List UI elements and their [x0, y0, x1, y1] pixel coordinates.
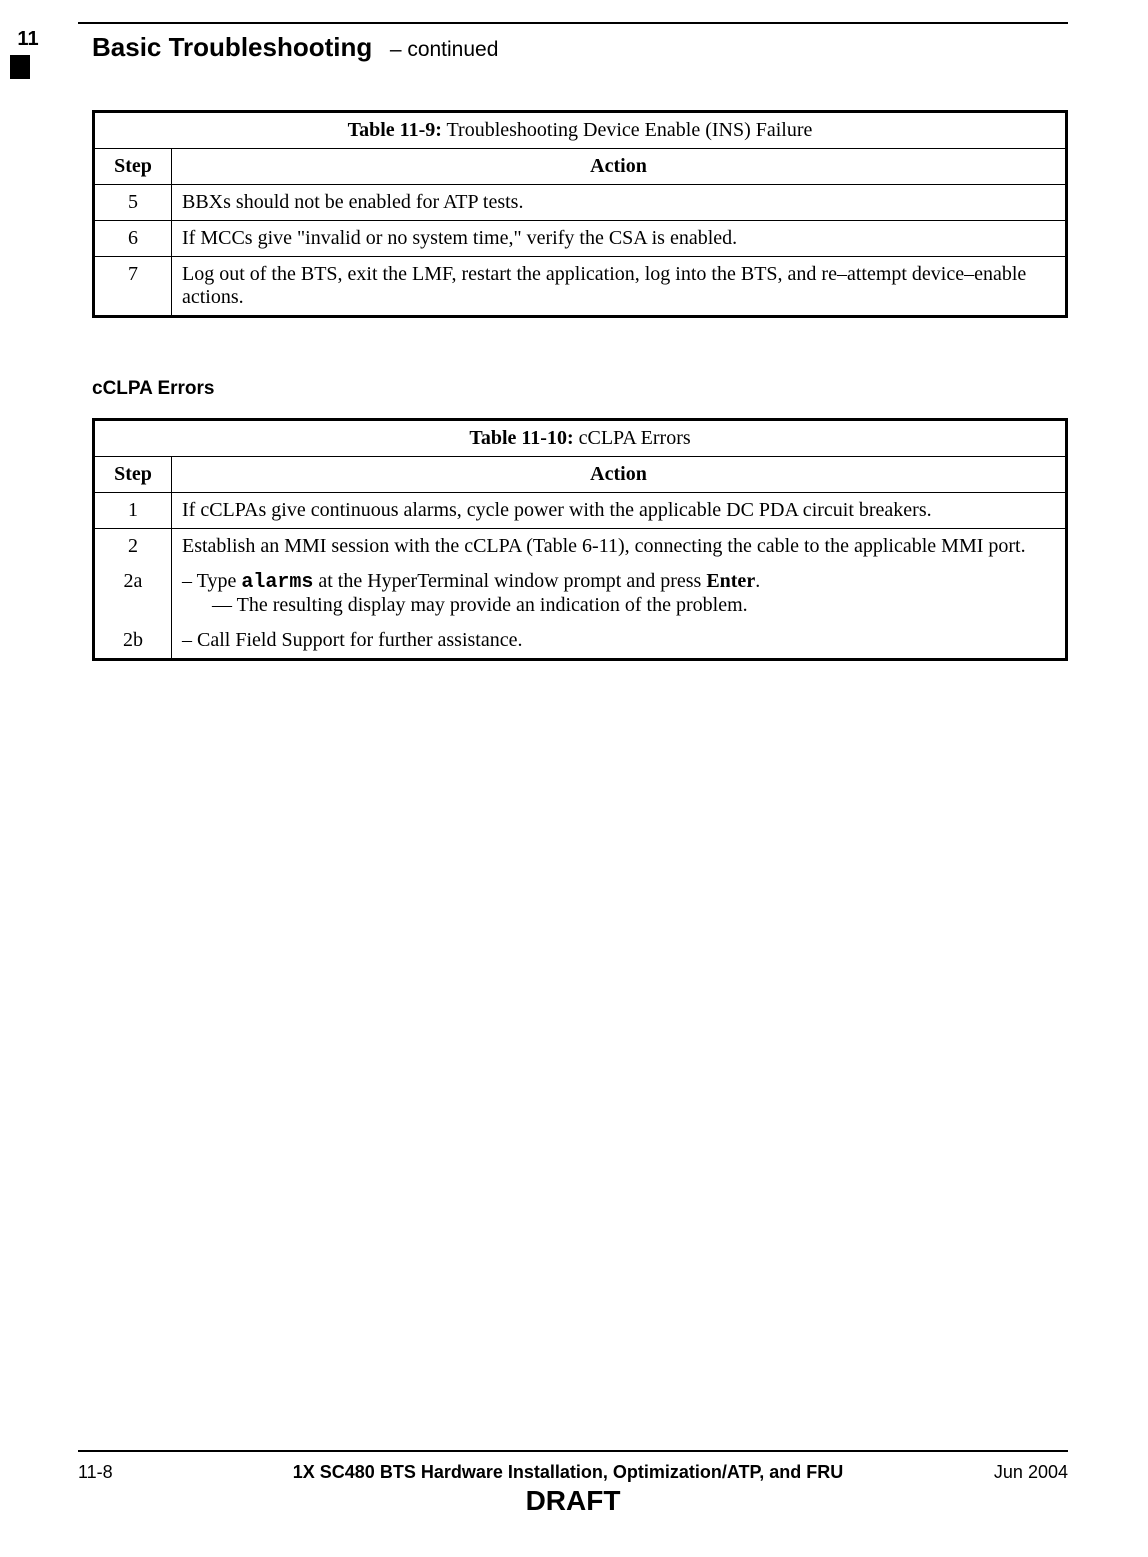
table-label: Table 11-10:	[469, 427, 573, 449]
step-cell: 1	[94, 493, 172, 529]
step-cell: 2b	[94, 623, 172, 660]
footer-row: 11-8 1X SC480 BTS Hardware Installation,…	[78, 1462, 1068, 1483]
bold-text: Enter	[706, 570, 755, 592]
action-cell: Establish an MMI session with the cCLPA …	[172, 529, 1067, 565]
main-content: Table 11-9: Troubleshooting Device Enabl…	[92, 110, 1068, 721]
table-header-row: Step Action	[94, 457, 1067, 493]
step-cell: 2a	[94, 564, 172, 623]
action-cell: Log out of the BTS, exit the LMF, restar…	[172, 257, 1067, 317]
footer-date: Jun 2004	[978, 1462, 1068, 1483]
page-title-continued: – continued	[390, 38, 499, 61]
table-title-cell: Table 11-9: Troubleshooting Device Enabl…	[94, 112, 1067, 149]
substep-result-line: — The resulting display may provide an i…	[182, 594, 1055, 617]
page-title: Basic Troubleshooting	[92, 32, 372, 62]
action-cell: – Type alarms at the HyperTerminal windo…	[172, 564, 1067, 623]
chapter-number: 11	[10, 28, 46, 51]
col-header-step: Step	[94, 457, 172, 493]
action-cell: If MCCs give "invalid or no system time,…	[172, 221, 1067, 257]
code-text: alarms	[241, 571, 313, 594]
step-cell: 5	[94, 185, 172, 221]
col-header-action: Action	[172, 149, 1067, 185]
table-11-9: Table 11-9: Troubleshooting Device Enabl…	[92, 110, 1068, 318]
running-head: Basic Troubleshooting – continued	[92, 32, 498, 63]
text-segment: – Type	[182, 570, 241, 592]
action-cell: – Call Field Support for further assista…	[172, 623, 1067, 660]
table-title-row: Table 11-9: Troubleshooting Device Enabl…	[94, 112, 1067, 149]
table-row: 2b – Call Field Support for further assi…	[94, 623, 1067, 660]
table-title-row: Table 11-10: cCLPA Errors	[94, 420, 1067, 457]
chapter-tab: 11	[10, 28, 46, 79]
footer-rule	[78, 1450, 1068, 1452]
action-cell: BBXs should not be enabled for ATP tests…	[172, 185, 1067, 221]
draft-watermark: DRAFT	[78, 1485, 1068, 1517]
step-cell: 2	[94, 529, 172, 565]
table-11-10: Table 11-10: cCLPA Errors Step Action 1 …	[92, 418, 1068, 661]
step-cell: 7	[94, 257, 172, 317]
table-row: 2a – Type alarms at the HyperTerminal wi…	[94, 564, 1067, 623]
substep-line: – Type alarms at the HyperTerminal windo…	[182, 570, 1055, 594]
action-cell: If cCLPAs give continuous alarms, cycle …	[172, 493, 1067, 529]
table-title-cell: Table 11-10: cCLPA Errors	[94, 420, 1067, 457]
text-segment: at the HyperTerminal window prompt and p…	[313, 570, 706, 592]
table-row: 2 Establish an MMI session with the cCLP…	[94, 529, 1067, 565]
table-row: 6 If MCCs give "invalid or no system tim…	[94, 221, 1067, 257]
table-header-row: Step Action	[94, 149, 1067, 185]
table-label: Table 11-9:	[348, 119, 442, 141]
col-header-action: Action	[172, 457, 1067, 493]
text-segment: .	[755, 570, 760, 592]
table-row: 1 If cCLPAs give continuous alarms, cycl…	[94, 493, 1067, 529]
col-header-step: Step	[94, 149, 172, 185]
page-number: 11-8	[78, 1462, 158, 1483]
substep-line: – Call Field Support for further assista…	[182, 629, 1055, 652]
header-rule	[78, 22, 1068, 24]
footer-doc-title: 1X SC480 BTS Hardware Installation, Opti…	[158, 1462, 978, 1483]
page-footer: 11-8 1X SC480 BTS Hardware Installation,…	[78, 1450, 1068, 1517]
table-title-text: cCLPA Errors	[574, 427, 691, 449]
table-title-text: Troubleshooting Device Enable (INS) Fail…	[442, 119, 813, 141]
table-row: 7 Log out of the BTS, exit the LMF, rest…	[94, 257, 1067, 317]
table-row: 5 BBXs should not be enabled for ATP tes…	[94, 185, 1067, 221]
step-cell: 6	[94, 221, 172, 257]
section-heading-cclpa-errors: cCLPA Errors	[92, 378, 1068, 400]
chapter-marker-block	[10, 55, 30, 79]
